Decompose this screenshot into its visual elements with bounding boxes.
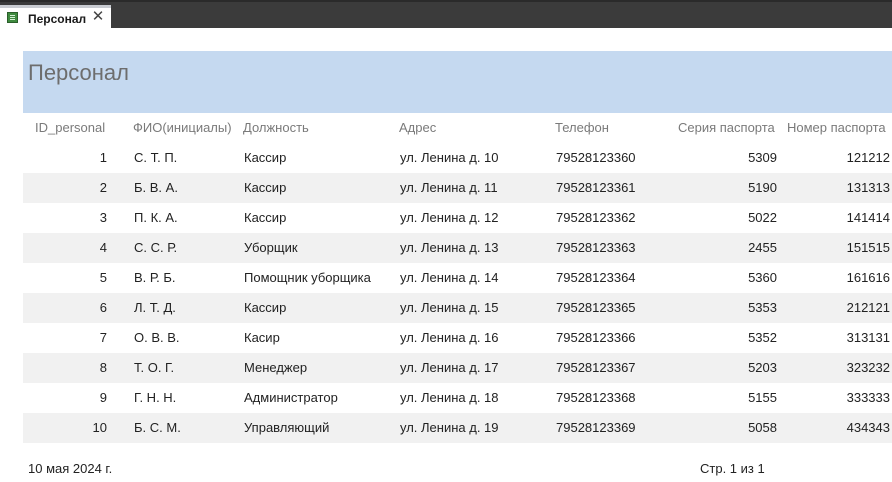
- cell-position: Помощник уборщика: [244, 270, 371, 285]
- report-date: 10 мая 2024 г.: [28, 461, 113, 476]
- table-row: 3 П. К. А. Кассир ул. Ленина д. 12 795281233…: [23, 203, 892, 233]
- cell-id: 8: [99, 360, 107, 375]
- cell-phone: 79528123367: [556, 360, 636, 375]
- report-icon: [7, 12, 18, 23]
- table-row: 7 О. В. В. Касир ул. Ленина д. 16 7952812336…: [23, 323, 892, 353]
- column-header-position: Должность: [243, 120, 309, 135]
- table-row: 1 С. Т. П. Кассир ул. Ленина д. 10 795281233…: [23, 143, 892, 173]
- cell-id: 5: [99, 270, 107, 285]
- cell-id: 3: [99, 210, 107, 225]
- close-icon[interactable]: ✕: [90, 9, 106, 25]
- cell-address: ул. Ленина д. 19: [400, 420, 499, 435]
- cell-passport-number: 151515: [846, 240, 890, 255]
- cell-passport-number: 212121: [846, 300, 890, 315]
- cell-position: Кассир: [244, 210, 287, 225]
- table-row: 6 Л. Т. Д. Кассир ул. Ленина д. 15 795281233…: [23, 293, 892, 323]
- cell-passport-number: 313131: [846, 330, 890, 345]
- table-row: 5 В. Р. Б. Помощник уборщика ул. Ленина д. …: [23, 263, 892, 293]
- cell-phone: 79528123368: [556, 390, 636, 405]
- cell-id: 7: [99, 330, 107, 345]
- cell-passport-series: 5058: [748, 420, 777, 435]
- cell-position: Уборщик: [244, 240, 298, 255]
- cell-passport-number: 161616: [846, 270, 890, 285]
- cell-address: ул. Ленина д. 11: [400, 180, 498, 195]
- cell-id: 10: [92, 420, 107, 435]
- cell-passport-series: 5352: [748, 330, 777, 345]
- cell-address: ул. Ленина д. 12: [400, 210, 499, 225]
- cell-fio: Б. С. М.: [134, 420, 181, 435]
- cell-passport-series: 5190: [748, 180, 777, 195]
- cell-passport-series: 5353: [748, 300, 777, 315]
- column-header-passport-number: Номер паспорта: [787, 120, 886, 135]
- cell-passport-series: 5309: [748, 150, 777, 165]
- tab-personnel-report[interactable]: Персонал ✕: [0, 5, 111, 30]
- table-row: 10 Б. С. М. Управляющий ул. Ленина д. 19 795…: [23, 413, 892, 443]
- cell-passport-series: 5203: [748, 360, 777, 375]
- column-header-address: Адрес: [399, 120, 437, 135]
- cell-fio: Т. О. Г.: [134, 360, 175, 375]
- cell-id: 6: [99, 300, 107, 315]
- cell-position: Кассир: [244, 150, 287, 165]
- cell-id: 9: [99, 390, 107, 405]
- cell-address: ул. Ленина д. 14: [400, 270, 499, 285]
- cell-passport-number: 434343: [846, 420, 890, 435]
- cell-passport-series: 2455: [748, 240, 777, 255]
- cell-passport-number: 333333: [846, 390, 890, 405]
- cell-fio: В. Р. Б.: [134, 270, 176, 285]
- report-title: Персонал: [28, 60, 129, 85]
- cell-phone: 79528123361: [556, 180, 636, 195]
- cell-passport-number: 141414: [846, 210, 890, 225]
- cell-phone: 79528123365: [556, 300, 636, 315]
- cell-phone: 79528123369: [556, 420, 636, 435]
- cell-phone: 79528123362: [556, 210, 636, 225]
- cell-fio: О. В. В.: [134, 330, 180, 345]
- cell-passport-series: 5360: [748, 270, 777, 285]
- cell-address: ул. Ленина д. 13: [400, 240, 499, 255]
- cell-address: ул. Ленина д. 16: [400, 330, 499, 345]
- cell-address: ул. Ленина д. 18: [400, 390, 499, 405]
- report-header: Персонал: [23, 51, 892, 113]
- cell-address: ул. Ленина д. 10: [400, 150, 499, 165]
- cell-fio: С. Т. П.: [134, 150, 178, 165]
- column-headers: ID_personal ФИО(инициалы) Должность Адре…: [23, 113, 892, 143]
- table-row: 2 Б. В. А. Кассир ул. Ленина д. 11 795281233…: [23, 173, 892, 203]
- cell-phone: 79528123360: [556, 150, 636, 165]
- cell-address: ул. Ленина д. 15: [400, 300, 499, 315]
- cell-position: Кассир: [244, 300, 287, 315]
- cell-phone: 79528123364: [556, 270, 636, 285]
- tab-label: Персонал: [28, 12, 87, 26]
- table-row: 8 Т. О. Г. Менеджер ул. Ленина д. 17 7952812…: [23, 353, 892, 383]
- cell-position: Администратор: [244, 390, 338, 405]
- column-header-id: ID_personal: [35, 120, 106, 135]
- column-header-fio: ФИО(инициалы): [133, 120, 232, 135]
- table-row: 9 Г. Н. Н. Администратор ул. Ленина д. 18 79…: [23, 383, 892, 413]
- cell-position: Менеджер: [244, 360, 308, 375]
- document-tab-bar: Персонал ✕: [0, 0, 892, 30]
- cell-id: 1: [99, 150, 107, 165]
- column-header-phone: Телефон: [555, 120, 609, 135]
- column-header-passport-series: Серия паспорта: [678, 120, 775, 135]
- cell-fio: Л. Т. Д.: [134, 300, 176, 315]
- cell-passport-number: 131313: [846, 180, 890, 195]
- cell-fio: Г. Н. Н.: [134, 390, 177, 405]
- cell-phone: 79528123363: [556, 240, 636, 255]
- cell-passport-number: 323232: [846, 360, 890, 375]
- cell-fio: П. К. А.: [134, 210, 178, 225]
- cell-id: 2: [99, 180, 107, 195]
- cell-fio: С. С. Р.: [134, 240, 178, 255]
- cell-passport-series: 5155: [748, 390, 777, 405]
- cell-address: ул. Ленина д. 17: [400, 360, 499, 375]
- table-row: 4 С. С. Р. Уборщик ул. Ленина д. 13 79528123…: [23, 233, 892, 263]
- cell-position: Управляющий: [244, 420, 330, 435]
- cell-passport-series: 5022: [748, 210, 777, 225]
- cell-phone: 79528123366: [556, 330, 636, 345]
- page-indicator: Стр. 1 из 1: [700, 461, 765, 476]
- cell-position: Кассир: [244, 180, 287, 195]
- cell-position: Касир: [244, 330, 280, 345]
- report-rows: 1 С. Т. П. Кассир ул. Ленина д. 10 795281233…: [23, 143, 892, 443]
- cell-passport-number: 121212: [846, 150, 890, 165]
- cell-id: 4: [99, 240, 107, 255]
- cell-fio: Б. В. А.: [134, 180, 178, 195]
